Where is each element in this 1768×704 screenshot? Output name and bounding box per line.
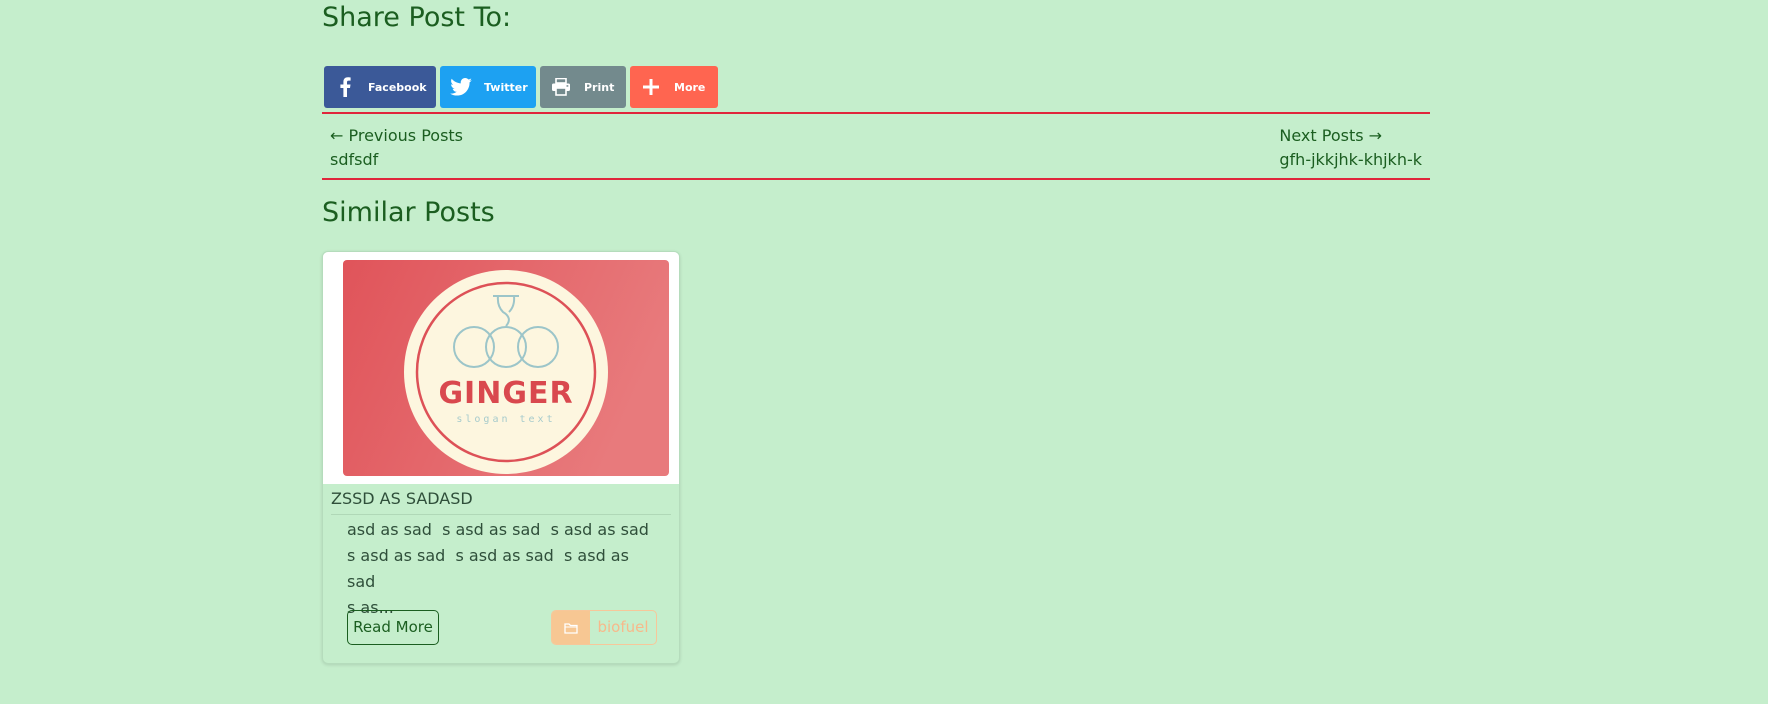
next-post-title: gfh-jkkjhk-khjkh-k xyxy=(1279,150,1422,169)
category-badge[interactable]: biofuel xyxy=(551,610,657,645)
next-post-label: Next Posts → xyxy=(1279,126,1383,145)
card-thumbnail-frame: GINGER slogan text xyxy=(323,252,679,484)
twitter-share-label: Twitter xyxy=(484,80,528,94)
similar-post-card: GINGER slogan text ZSSD AS SADASD asd as… xyxy=(322,251,680,664)
previous-post-label: ← Previous Posts xyxy=(330,126,464,145)
read-more-button[interactable]: Read More xyxy=(347,610,439,645)
facebook-share-button[interactable]: Facebook xyxy=(324,66,436,108)
share-title: Share Post To: xyxy=(322,2,512,33)
print-button[interactable]: Print xyxy=(540,66,626,108)
more-share-label: More xyxy=(674,80,706,94)
folder-icon xyxy=(552,611,590,644)
similar-posts-title: Similar Posts xyxy=(322,197,495,228)
print-icon xyxy=(550,76,572,98)
previous-post-link[interactable]: ← Previous Posts sdfsdf xyxy=(330,124,463,172)
next-post-link[interactable]: Next Posts → gfh-jkkjhk-khjkh-k xyxy=(1279,124,1422,172)
nav-divider-top xyxy=(322,112,1430,114)
logo-brand-text: GINGER xyxy=(438,376,573,411)
nav-divider-bottom xyxy=(322,178,1430,180)
twitter-share-button[interactable]: Twitter xyxy=(440,66,536,108)
previous-post-title: sdfsdf xyxy=(330,150,379,169)
twitter-icon xyxy=(450,76,472,98)
plus-icon xyxy=(640,76,662,98)
card-thumbnail[interactable]: GINGER slogan text xyxy=(343,260,669,476)
facebook-share-label: Facebook xyxy=(368,80,427,94)
print-label: Print xyxy=(584,80,615,94)
share-buttons: Facebook Twitter Print More xyxy=(324,66,718,108)
facebook-icon xyxy=(334,76,356,98)
logo-slogan-text: slogan text xyxy=(456,414,555,425)
card-excerpt: asd as sad s asd as sad s asd as sad s a… xyxy=(347,520,649,617)
ginger-logo-image: GINGER slogan text xyxy=(343,260,669,476)
category-label: biofuel xyxy=(597,618,649,636)
card-title[interactable]: ZSSD AS SADASD xyxy=(331,484,671,515)
more-share-button[interactable]: More xyxy=(630,66,718,108)
